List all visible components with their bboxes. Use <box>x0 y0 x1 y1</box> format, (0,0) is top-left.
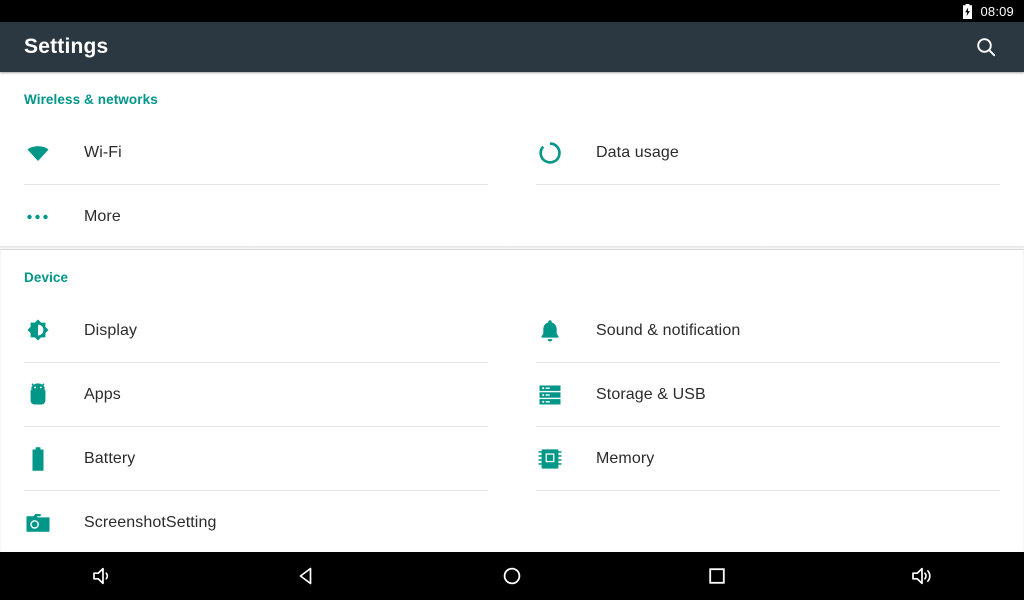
bell-icon <box>536 317 564 345</box>
wireless-grid-spacer <box>512 185 1024 249</box>
wireless-items-grid: Wi-Fi Data usage More <box>0 121 1024 249</box>
sidebar-item-memory[interactable]: Memory <box>512 427 1024 491</box>
sidebar-item-data-usage[interactable]: Data usage <box>512 121 1024 185</box>
section-wireless-networks: Wireless & networks Wi-Fi Data usage Mor… <box>0 72 1024 249</box>
sidebar-item-label: Display <box>84 322 138 339</box>
sidebar-item-screenshotsetting[interactable]: ScreenshotSetting <box>0 491 512 552</box>
sidebar-item-more[interactable]: More <box>0 185 512 249</box>
more-dots-icon <box>24 203 52 231</box>
section-header-device: Device <box>24 270 69 285</box>
storage-icon <box>536 381 564 409</box>
sidebar-item-label: Wi-Fi <box>84 144 122 161</box>
recents-button[interactable] <box>614 552 819 600</box>
device-grid-spacer <box>512 491 1024 552</box>
sidebar-item-label: ScreenshotSetting <box>84 514 217 531</box>
device-items-grid: Display Sound & notification Apps Storag… <box>0 299 1024 552</box>
settings-screen: 08:09 Settings Wireless & networks Wi-Fi… <box>0 0 1024 600</box>
home-button[interactable] <box>410 552 615 600</box>
status-bar: 08:09 <box>0 0 1024 22</box>
settings-list[interactable]: Wireless & networks Wi-Fi Data usage Mor… <box>0 72 1024 552</box>
back-button[interactable] <box>205 552 410 600</box>
sidebar-item-display[interactable]: Display <box>0 299 512 363</box>
sidebar-item-label: Sound & notification <box>596 322 741 339</box>
memory-chip-icon <box>536 445 564 473</box>
sidebar-item-storage-usb[interactable]: Storage & USB <box>512 363 1024 427</box>
camera-icon <box>24 509 52 537</box>
section-header-wireless: Wireless & networks <box>24 92 158 107</box>
page-title: Settings <box>24 35 109 58</box>
sidebar-item-label: Data usage <box>596 144 679 161</box>
sidebar-item-label: More <box>84 208 121 225</box>
battery-charging-icon <box>962 3 973 19</box>
sidebar-item-label: Battery <box>84 450 136 467</box>
app-toolbar: Settings <box>0 22 1024 72</box>
data-usage-icon <box>536 139 564 167</box>
sidebar-item-sound-notification[interactable]: Sound & notification <box>512 299 1024 363</box>
sidebar-item-wifi[interactable]: Wi-Fi <box>0 121 512 185</box>
search-icon[interactable] <box>966 27 1006 67</box>
status-clock: 08:09 <box>980 3 1014 19</box>
navigation-bar <box>0 552 1024 600</box>
sidebar-item-label: Memory <box>596 450 655 467</box>
section-device: Device Display Sound & notification Apps… <box>0 246 1024 552</box>
sidebar-item-apps[interactable]: Apps <box>0 363 512 427</box>
brightness-icon <box>24 317 52 345</box>
sidebar-item-label: Apps <box>84 386 121 403</box>
battery-icon <box>24 445 52 473</box>
wifi-icon <box>24 139 52 167</box>
sidebar-item-battery[interactable]: Battery <box>0 427 512 491</box>
sidebar-item-label: Storage & USB <box>596 386 706 403</box>
android-robot-icon <box>24 381 52 409</box>
volume-up-button[interactable] <box>819 552 1024 600</box>
volume-down-button[interactable] <box>0 552 205 600</box>
